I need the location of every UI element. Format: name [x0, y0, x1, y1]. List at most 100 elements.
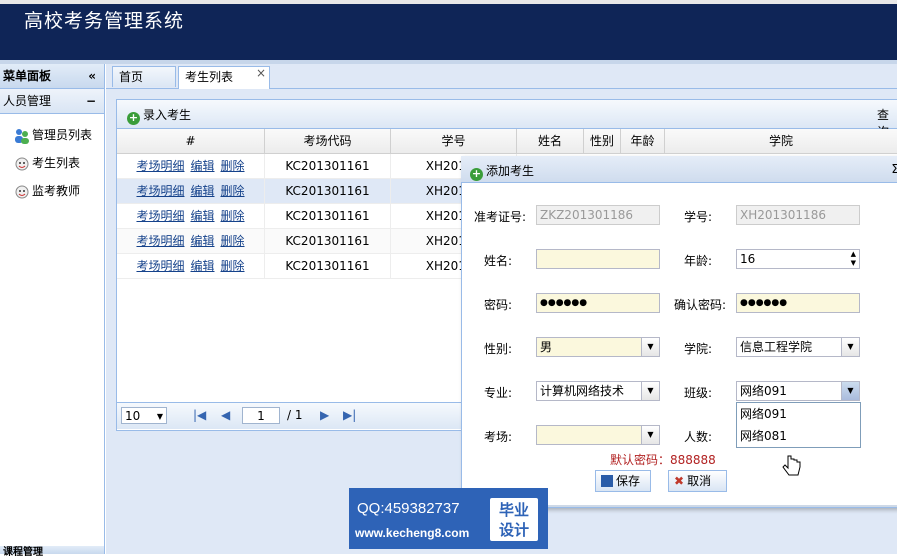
password-label: 密码:: [483, 298, 512, 312]
room-code-cell: KC201301161: [265, 179, 391, 203]
pager: 10 ▼ |◀ ◀ 1 / 1 ▶ ▶|: [117, 402, 461, 429]
watermark-badge-line1: 毕业: [498, 501, 529, 519]
class-select[interactable]: 网络091 ▼: [736, 381, 860, 401]
prev-page-icon[interactable]: ◀: [221, 408, 230, 422]
close-icon[interactable]: ×: [256, 63, 266, 84]
exam-room-select[interactable]: ▼: [536, 425, 660, 445]
class-dropdown-list: 网络091 网络081: [736, 402, 861, 448]
page-total: / 1: [287, 408, 303, 422]
column-header-room-code[interactable]: 考场代码: [265, 129, 391, 153]
edit-link[interactable]: 编辑: [190, 259, 214, 273]
column-header-college[interactable]: 学院: [665, 129, 897, 153]
sidebar-item-teachers[interactable]: 监考教师: [14, 180, 80, 202]
save-button[interactable]: 保存: [595, 470, 651, 492]
age-label: 年龄:: [683, 254, 712, 268]
next-page-icon[interactable]: ▶: [320, 408, 329, 422]
tab-student-list[interactable]: 考生列表 ×: [178, 66, 270, 89]
password-field[interactable]: ●●●●●●: [536, 293, 660, 313]
dialog-title-wrap: + 添加考生: [470, 162, 534, 181]
gender-value: 男: [540, 340, 553, 354]
row-actions: 考场明细 编辑 删除: [117, 154, 265, 178]
gender-select[interactable]: 男 ▼: [536, 337, 660, 357]
exam-room-detail-link[interactable]: 考场明细: [136, 234, 184, 248]
cancel-button[interactable]: ✖ 取消: [668, 470, 727, 492]
delete-link[interactable]: 删除: [221, 184, 245, 198]
section-title: 人员管理: [3, 94, 52, 108]
college-value: 信息工程学院: [740, 340, 813, 354]
gender-label: 性别:: [483, 342, 512, 356]
confirm-password-field[interactable]: ●●●●●●: [736, 293, 860, 313]
app-title: 高校考务管理系统: [24, 10, 185, 32]
first-page-icon[interactable]: |◀: [193, 408, 206, 422]
class-option[interactable]: 网络081: [740, 426, 787, 446]
name-field[interactable]: [536, 249, 660, 269]
sidebar-item-students[interactable]: 考生列表: [14, 152, 80, 174]
watermark-site: www.kecheng8.com: [355, 526, 470, 540]
page-size-value: 10: [125, 409, 141, 423]
column-header-gender[interactable]: 性别: [584, 129, 621, 153]
edit-link[interactable]: 编辑: [190, 184, 214, 198]
class-label: 班级:: [683, 386, 712, 400]
cancel-icon: ✖: [674, 474, 685, 488]
room-code-cell: KC201301161: [265, 204, 391, 228]
college-select[interactable]: 信息工程学院 ▼: [736, 337, 860, 357]
exam-room-detail-link[interactable]: 考场明细: [136, 209, 184, 223]
row-actions: 考场明细 编辑 删除: [117, 179, 265, 203]
section-header-personnel[interactable]: 人员管理 −: [0, 89, 104, 114]
default-password-hint: 默认密码：888888: [610, 453, 716, 467]
tab-home[interactable]: 首页: [112, 66, 176, 87]
menu-panel-title: 菜单面板: [3, 69, 52, 83]
delete-link[interactable]: 删除: [221, 259, 245, 273]
column-header-student-id[interactable]: 学号: [391, 129, 517, 153]
column-header-name[interactable]: 姓名: [517, 129, 584, 153]
edit-link[interactable]: 编辑: [190, 209, 214, 223]
tab-label: 首页: [119, 70, 144, 84]
edit-link[interactable]: 编辑: [190, 234, 214, 248]
edit-link[interactable]: 编辑: [190, 159, 214, 173]
major-select[interactable]: 计算机网络技术 ▼: [536, 381, 660, 401]
delete-link[interactable]: 删除: [221, 209, 245, 223]
dialog-header[interactable]: + 添加考生 Σ: [461, 156, 897, 183]
student-icon: [14, 156, 30, 172]
major-value: 计算机网络技术: [540, 384, 625, 398]
class-option[interactable]: 网络091: [740, 404, 787, 424]
column-header-age[interactable]: 年龄: [621, 129, 665, 153]
sidebar-item-label: 管理员列表: [32, 128, 93, 142]
watermark-badge-line2: 设计: [498, 521, 529, 539]
page-number-input[interactable]: 1: [242, 407, 280, 424]
sidebar-item-admins[interactable]: 管理员列表: [14, 124, 92, 146]
add-student-button[interactable]: + 录入考生: [127, 106, 191, 125]
stepper-arrows-icon[interactable]: ▲ ▼: [851, 250, 856, 268]
sidebar-next-section[interactable]: 课程管理: [0, 546, 104, 558]
hand-cursor-icon: [782, 455, 801, 476]
count-label: 人数:: [683, 430, 712, 444]
delete-link[interactable]: 删除: [221, 234, 245, 248]
chevron-down-icon: ▼: [156, 412, 163, 421]
collapse-left-icon[interactable]: «: [88, 64, 96, 88]
name-label: 姓名:: [483, 254, 512, 268]
class-value: 网络091: [740, 384, 787, 398]
add-icon: +: [127, 111, 140, 125]
student-id-field[interactable]: XH201301186: [736, 205, 860, 225]
exam-room-detail-link[interactable]: 考场明细: [136, 259, 184, 273]
dialog-close-icon[interactable]: Σ: [891, 162, 897, 176]
age-stepper[interactable]: 16 ▲ ▼: [736, 249, 860, 269]
tab-bar: 首页 考生列表 ×: [106, 64, 897, 89]
next-section-label: 课程管理: [3, 547, 43, 558]
exam-room-detail-link[interactable]: 考场明细: [136, 159, 184, 173]
sidebar: 菜单面板 « 人员管理 − 管理员列表 考生列表 监考教师: [0, 64, 105, 554]
page-size-select[interactable]: 10 ▼: [121, 407, 167, 424]
chevron-down-icon[interactable]: ▼: [841, 382, 859, 400]
save-label: 保存: [616, 474, 641, 488]
chevron-down-icon[interactable]: ▼: [841, 338, 859, 356]
watermark-qq: QQ:459382737: [357, 500, 460, 517]
ticket-number-field[interactable]: ZKZ201301186: [536, 205, 660, 225]
column-header-index[interactable]: #: [117, 129, 265, 153]
last-page-icon[interactable]: ▶|: [343, 408, 356, 422]
room-code-cell: KC201301161: [265, 229, 391, 253]
cancel-label: 取消: [687, 474, 712, 488]
delete-link[interactable]: 删除: [221, 159, 245, 173]
exam-room-detail-link[interactable]: 考场明细: [136, 184, 184, 198]
collapse-section-icon[interactable]: −: [86, 89, 96, 113]
age-value: 16: [740, 252, 756, 266]
